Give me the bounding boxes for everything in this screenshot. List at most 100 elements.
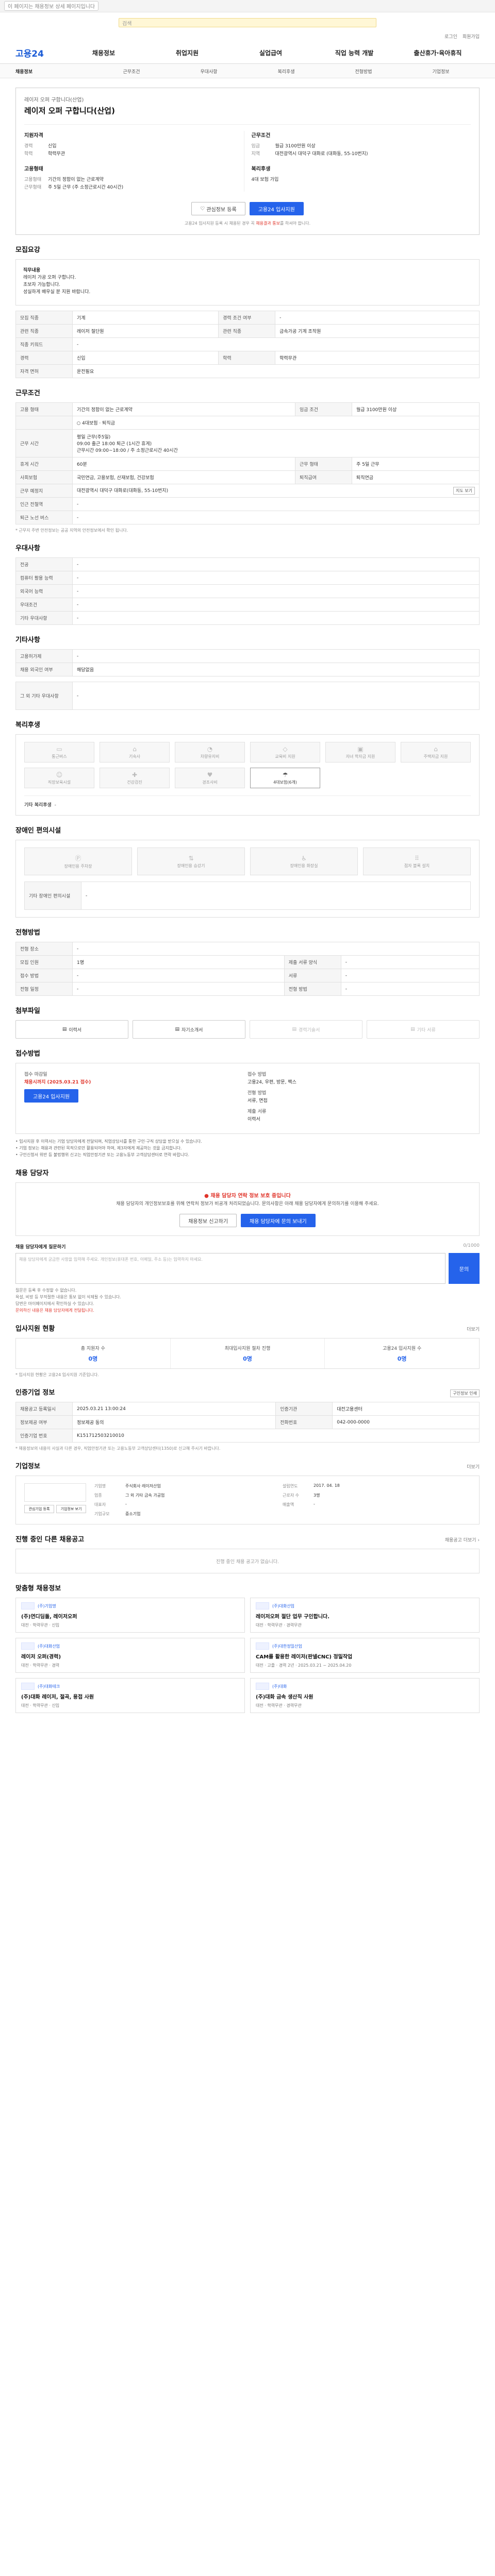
cell-head: 자격 면허 [15,364,73,378]
tab-procedure[interactable]: 전형방법 [325,68,402,75]
recommend-card[interactable]: (주)대한정밀산업 CAM를 활용한 레이저(판넬CNC) 정밀작업 대전 · 고졸… [250,1638,480,1673]
section-title: 입사지원 현황 [15,1325,55,1333]
login-link[interactable]: 로그인 [444,33,457,41]
cell-head: 외국어 능력 [15,584,73,598]
report-button[interactable]: 채용정보 신고하기 [179,1214,237,1227]
status-section: 입사지원 현황 더보기 총 지원자 수 0명 최대입사지원 절차 진행 0명 고용24… [15,1323,480,1378]
cell: - [72,571,480,585]
gnb-item-support[interactable]: 취업지원 [145,48,229,57]
radio-icon [77,421,80,425]
section-title: 모집요강 [15,246,40,254]
cell: - [72,598,480,612]
recommend-card[interactable]: (주)대화산업 레이저오퍼 절단 업무 구인합니다. 대전 · 학력무관 · 경력무… [250,1598,480,1633]
recommend-company-name: (주)대화산업 [38,1643,60,1649]
files-section: 첨부파일 ▤ 이력서 ▤ 자기소개서 ▤ 경력기술서 ▤ 기타 서류 [15,1005,480,1039]
apply-submit-button[interactable]: 고용24 입사지원 [24,1089,79,1103]
apply-value: 서류, 면접 [248,1098,268,1104]
field-key: 매출액 [283,1502,294,1507]
file-label: 자기소개서 [182,1027,203,1033]
recommend-card[interactable]: (주)대화산업 레이저 오퍼(경력) 대전 · 학력무관 · 경력 [15,1638,245,1673]
section-title: 첨부파일 [15,1007,40,1015]
job-summary-card: 레이저 오퍼 구합니다(산업) 레이저 오퍼 구합니다(산업) 지원자격 경력 신… [15,88,480,235]
save-interest-button[interactable]: ♡ 관심정보 등록 [191,202,245,215]
site-logo[interactable]: 고용24 [15,46,62,59]
heart-icon: ♡ [200,206,207,212]
apply-button[interactable]: 고용24 입사지원 [249,202,304,215]
gnb-item-benefit[interactable]: 실업급여 [229,48,312,57]
welfare-item: ⌂ 기숙사 [100,742,170,762]
list-item: 질문은 등록 후 수정할 수 없습니다. [15,1288,77,1293]
access-item-toilet: ♿ 장애인용 화장실 [250,848,358,875]
note-tail: 를 하셔야 합니다. [279,221,311,226]
tab-recruit[interactable]: 채용정보 [15,68,93,75]
send-inquiry-button[interactable]: 채용 담당자에 문의 보내기 [241,1214,316,1227]
insurance-text: 4대보험 · 퇴직금 [82,421,115,426]
section-title: 근무조건 [15,389,40,397]
follow-company-button[interactable]: 관심기업 등록 [24,1505,54,1513]
section-title: 우대사항 [15,545,40,552]
cell: 학력무관 [275,351,480,365]
preference-table: 전공 - 컴퓨터 활용 능력 - 외국어 능력 - 우대조건 - 기타 우대사항 - [15,557,480,625]
ask-label: 채용 담당자에게 질문하기 [15,1245,66,1250]
status-box: 총 지원자 수 0명 최대입사지원 절차 진행 0명 고용24 입사지원 수 0명 [15,1338,480,1369]
field-key: 기업규모 [94,1512,110,1516]
table-row: 채용공고 등록일시 2025.03.21 13:00:24 인증기관 대전고용센터 [15,1402,480,1416]
cell-head: 제출 서류 양식 [284,955,341,969]
company-logo [256,1683,269,1690]
company-detail-button[interactable]: 기업정보 보기 [56,1505,86,1513]
signup-link[interactable]: 회원가입 [463,33,480,41]
list-item: 문의하신 내용은 채용 담당자에게 전달됩니다. [15,1308,94,1313]
cell-head: 휴게 시간 [15,457,73,471]
access-box: Ⓟ 장애인용 주차장 ⇅ 장애인용 승강기 ♿ 장애인용 화장실 ⠿ 점자 블록 설치 … [15,840,480,918]
file-button-intro[interactable]: ▤ 자기소개서 [133,1020,245,1039]
welfare-section: 복리후생 ▭ 통근버스 ⌂ 기숙사 ◔ 차량유지비 ◇ 교육비 지원 ▣ 자녀 학자금 지원 ⌂ 주택… [15,719,480,816]
section-title: 복리후생 [15,721,40,729]
welfare-box: ▭ 통근버스 ⌂ 기숙사 ◔ 차량유지비 ◇ 교육비 지원 ▣ 자녀 학자금 지원 ⌂ 주택자금 지원… [15,734,480,816]
note-text: 고용24 입사지원 등록 시 채용된 경우 꼭 [184,221,256,226]
question-submit-button[interactable]: 문의 [449,1253,480,1284]
gnb-item-training[interactable]: 직업 능력 개발 [312,48,396,57]
parking-icon: Ⓟ [75,855,81,862]
map-button[interactable]: 지도 보기 [453,487,475,495]
elevator-icon: ⇅ [188,854,194,862]
more-link[interactable]: 채용공고 더보기 › [445,1536,480,1543]
more-link[interactable]: 더보기 [467,1326,480,1332]
recommend-card[interactable]: (주)기업명 (주)연디딤돌, 레이저오퍼 대전 · 학력무관 · 신입 [15,1598,245,1633]
recommend-company: (주)기업명 [21,1602,239,1609]
more-link[interactable]: 더보기 [467,1463,480,1470]
job-title: 레이저 오퍼 구합니다(산업) [24,106,115,115]
tab-company[interactable]: 기업정보 [402,68,480,75]
cell: 평일 근무(주5일) 09:00 출근 18:00 퇴근 (1시간 휴게) 근무… [72,429,480,457]
section-title: 접수방법 [15,1050,40,1058]
recommend-card[interactable]: (주)대화테크 (주)대화 레이저, 절곡, 용접 사원 대전 · 학력무관 · 신… [15,1678,245,1713]
recommend-card[interactable]: (주)대화 (주)대화 금속 생산직 사원 대전 · 학력무관 · 경력무관 [250,1678,480,1713]
file-button-resume[interactable]: ▤ 이력서 [15,1020,128,1039]
question-textarea[interactable]: 채용 담당자에게 궁금한 사항을 입력해 주세요. 개인정보(휴대폰 번호, 이… [15,1253,446,1284]
meal-icon: ◔ [207,745,213,753]
cell-head: 학력 [218,351,276,365]
table-row: 4대보험 · 퇴직금 [15,416,480,430]
search-input[interactable]: 검색 [119,18,376,27]
file-button-career[interactable]: ▤ 경력기술서 [250,1020,362,1039]
welfare-other-label: 기타 복리후생 [24,803,52,808]
tab-preference[interactable]: 우대사항 [170,68,248,75]
tab-welfare[interactable]: 복리후생 [248,68,325,75]
section-title: 기업정보 [15,1463,40,1470]
cell-head: 서류 [284,969,341,982]
table-row: 직종 키워드 - [15,337,480,351]
desc-line: 성실하게 배우실 분 지원 바랍니다. [23,290,91,295]
tab-conditions[interactable]: 근무조건 [93,68,170,75]
other-jobs-section: 진행 중인 다른 채용공고 채용공고 더보기 › 진행 중인 채용 공고가 없습니… [15,1534,480,1573]
cell-head: 직종 키워드 [15,337,73,351]
apply-label: 전형 방법 [248,1091,267,1096]
stat-label: 최대입사지원 절차 진행 [224,1346,271,1351]
search-placeholder: 검색 [122,21,132,27]
global-nav: 고용24 채용정보 취업지원 실업급여 직업 능력 개발 출산휴가·육아휴직 [0,41,495,64]
gnb-item-jobs[interactable]: 채용정보 [62,48,145,57]
conditions-section: 근무조건 고용 형태 기간의 정함이 없는 근로계약 임금 조건 월급 3100만원 … [15,387,480,533]
apply-label: 제출 서류 [248,1109,267,1114]
section-title: 인증기업 정보 [15,1389,55,1397]
file-button-etc[interactable]: ▤ 기타 서류 [367,1020,480,1039]
gnb-item-leave[interactable]: 출산휴가·육아휴직 [396,48,480,57]
print-button[interactable]: 구인정보 인쇄 [450,1389,480,1397]
